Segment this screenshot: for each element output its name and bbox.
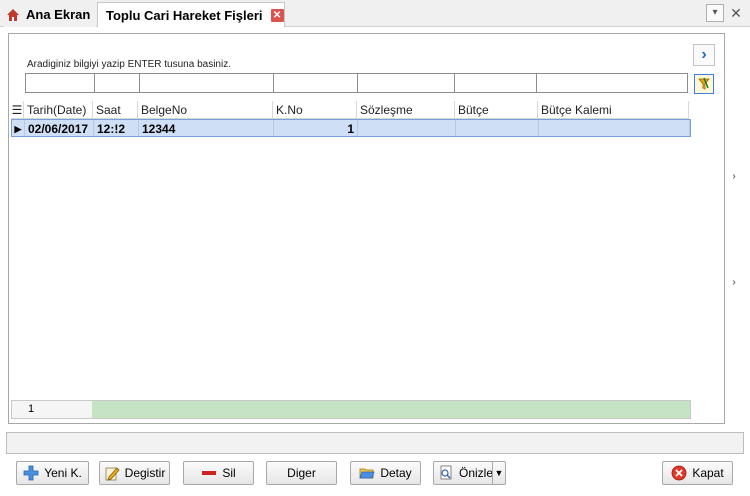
col-header-contract[interactable]: Sözleşme: [357, 101, 455, 119]
table-row[interactable]: ▶ 02/06/2017 12:!2 12344 1: [11, 119, 691, 137]
edit-button[interactable]: Degistir: [99, 461, 170, 485]
print-preview-icon: [438, 465, 454, 481]
close-button-label: Kapat: [692, 466, 724, 480]
col-header-date[interactable]: Tarih(Date): [24, 101, 93, 119]
filter-kno-input[interactable]: [273, 73, 358, 93]
status-bar: [6, 432, 744, 454]
filter-contract-input[interactable]: [357, 73, 455, 93]
close-circle-icon: [671, 465, 687, 481]
tab-home[interactable]: Ana Ekran: [4, 2, 96, 27]
col-header-docno[interactable]: BelgeNo: [138, 101, 273, 119]
tab-active-label: Toplu Cari Hareket Fişleri: [106, 7, 263, 23]
home-icon: [6, 8, 20, 22]
filter-date-input[interactable]: [25, 73, 95, 93]
footer-progress: [92, 401, 690, 418]
folder-open-icon: [359, 465, 375, 481]
filter-budget-item-input[interactable]: [536, 73, 688, 93]
close-icon[interactable]: ✕: [270, 8, 284, 22]
edit-button-label: Degistir: [124, 466, 166, 480]
filter-budget-input[interactable]: [454, 73, 537, 93]
filter-docno-input[interactable]: [139, 73, 274, 93]
record-count: 1: [12, 401, 92, 418]
other-button-label: Diger: [287, 466, 316, 480]
preview-button-label: Önizle: [459, 466, 494, 480]
chevron-right-icon[interactable]: ›: [693, 44, 715, 66]
filter-time-input[interactable]: [94, 73, 140, 93]
main-panel: Aradiginiz bilgiyi yazip ENTER tusuna ba…: [8, 33, 725, 424]
delete-button-label: Sil: [222, 466, 236, 480]
row-indicator-icon: ▶: [12, 120, 25, 136]
pencil-icon: [104, 465, 120, 481]
plus-icon: [23, 465, 39, 481]
splitter-arrow-icon[interactable]: ›: [729, 170, 739, 184]
col-header-budget[interactable]: Bütçe: [455, 101, 538, 119]
new-button[interactable]: Yeni K.: [16, 461, 89, 485]
col-header-time[interactable]: Saat: [93, 101, 138, 119]
other-button[interactable]: Diger: [266, 461, 337, 485]
cell-date[interactable]: 02/06/2017: [25, 120, 94, 136]
filter-row: [25, 73, 688, 93]
col-header-kno[interactable]: K.No: [273, 101, 357, 119]
chevron-down-icon[interactable]: ▾: [706, 4, 724, 22]
cell-kno[interactable]: 1: [274, 120, 358, 136]
delete-button[interactable]: Sil: [183, 461, 254, 485]
window-close-icon[interactable]: ✕: [728, 4, 744, 22]
grid-header: ☰ Tarih(Date) Saat BelgeNo K.No Sözleşme…: [11, 101, 691, 119]
close-button[interactable]: Kapat: [662, 461, 733, 485]
new-button-label: Yeni K.: [44, 466, 82, 480]
detail-button-label: Detay: [380, 466, 412, 480]
detail-button[interactable]: Detay: [350, 461, 421, 485]
minus-icon: [201, 465, 217, 481]
splitter-arrow-icon[interactable]: ›: [729, 276, 739, 290]
column-chooser-icon[interactable]: ☰: [11, 101, 24, 119]
tab-toplu-cari-hareket[interactable]: Toplu Cari Hareket Fişleri ✕: [97, 2, 285, 27]
tab-strip: Ana Ekran Toplu Cari Hareket Fişleri ✕ ▾…: [0, 0, 750, 27]
cell-docno[interactable]: 12344: [139, 120, 274, 136]
data-grid: ☰ Tarih(Date) Saat BelgeNo K.No Sözleşme…: [11, 101, 691, 137]
cell-contract[interactable]: [358, 120, 456, 136]
filter-clear-icon[interactable]: [694, 74, 714, 94]
search-hint: Aradiginiz bilgiyi yazip ENTER tusuna ba…: [27, 59, 231, 70]
col-header-budget-item[interactable]: Bütçe Kalemi: [538, 101, 689, 119]
cell-time[interactable]: 12:!2: [94, 120, 139, 136]
cell-budget[interactable]: [456, 120, 539, 136]
grid-footer: 1: [11, 400, 691, 419]
cell-budget-item[interactable]: [539, 120, 690, 136]
preview-button[interactable]: Önizle ▼: [433, 461, 506, 485]
chevron-down-icon[interactable]: ▼: [492, 462, 505, 484]
tab-home-label: Ana Ekran: [26, 7, 91, 22]
